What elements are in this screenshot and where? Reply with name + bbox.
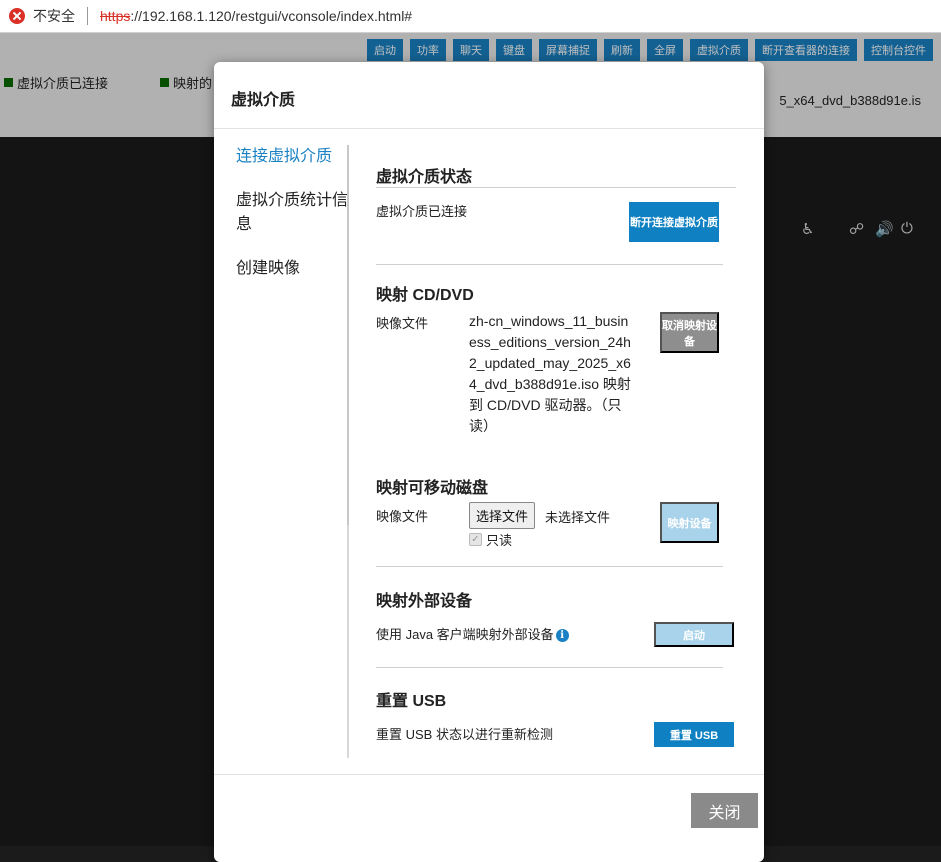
reset-usb-button[interactable]: 重置 USB (654, 722, 734, 747)
external-section-text: 使用 Java 客户端映射外部设备 (376, 627, 554, 642)
external-section-text-wrap: 使用 Java 客户端映射外部设备 i (376, 624, 569, 643)
usb-section-title: 重置 USB (376, 693, 447, 710)
url-path: ://192.168.1.120/restgui/vconsole/index.… (130, 8, 413, 24)
removable-image-file-label: 映像文件 (376, 509, 429, 524)
usb-section-text: 重置 USB 状态以进行重新检测 (376, 727, 553, 742)
external-section-title: 映射外部设备 (376, 593, 473, 610)
cd-section-title: 映射 CD/DVD (376, 287, 474, 304)
status-section-text: 虚拟介质已连接 (376, 204, 468, 219)
dialog-title: 虚拟介质 (214, 62, 764, 129)
nav-divider (347, 145, 349, 758)
map-device-button[interactable]: 映射设备 (660, 502, 719, 543)
address-bar[interactable]: 不安全 https://192.168.1.120/restgui/vconso… (0, 0, 941, 33)
nav-virtual-media-stats[interactable]: 虚拟介质统计信息 (236, 189, 348, 237)
nav-active-indicator (347, 145, 349, 525)
section-divider (376, 566, 723, 567)
footer-divider (214, 774, 764, 775)
url-scheme: https (100, 8, 131, 24)
readonly-option: ✓ 只读 (469, 530, 512, 549)
cd-image-file-label: 映像文件 (376, 316, 429, 331)
nav-connect-virtual-media[interactable]: 连接虚拟介质 (236, 145, 348, 169)
no-file-chosen-text: 未选择文件 (545, 510, 611, 525)
virtual-media-dialog: 虚拟介质 连接虚拟介质 虚拟介质统计信息 创建映像 虚拟介质状态 虚拟介质已连接… (214, 62, 764, 862)
not-secure-label[interactable]: 不安全 (33, 6, 75, 26)
dialog-side-nav: 连接虚拟介质 虚拟介质统计信息 创建映像 (236, 145, 348, 301)
info-icon[interactable]: i (555, 629, 569, 643)
readonly-label: 只读 (486, 533, 513, 548)
not-secure-icon[interactable] (9, 8, 25, 24)
section-divider (376, 264, 723, 265)
readonly-checkbox[interactable]: ✓ (469, 533, 482, 546)
disconnect-virtual-media-button[interactable]: 断开连接虚拟介质 (629, 202, 719, 242)
choose-file-button[interactable]: 选择文件 (469, 502, 536, 529)
section-divider (376, 187, 736, 188)
section-divider (376, 667, 723, 668)
status-section-title: 虚拟介质状态 (376, 169, 473, 186)
removable-section-title: 映射可移动磁盘 (376, 480, 489, 497)
address-divider (87, 7, 88, 25)
close-button[interactable]: 关闭 (691, 793, 758, 828)
launch-external-button[interactable]: 启动 (654, 622, 734, 647)
cd-mapped-image-text: zh-cn_windows_11_business_editions_versi… (469, 313, 631, 434)
unmap-cd-button[interactable]: 取消映射设备 (660, 312, 719, 353)
nav-create-image[interactable]: 创建映像 (236, 257, 348, 281)
url-text[interactable]: https://192.168.1.120/restgui/vconsole/i… (100, 8, 412, 24)
